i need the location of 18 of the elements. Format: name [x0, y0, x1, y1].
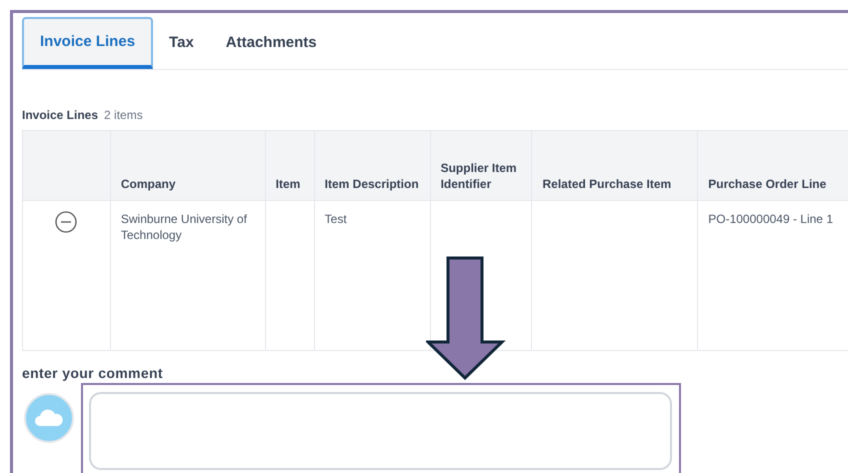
comment-field[interactable]	[89, 392, 672, 470]
table-cell: Test	[324, 212, 347, 226]
column-header: Company	[120, 177, 176, 191]
column-header: Item Description	[324, 177, 419, 191]
column-header: Purchase Order Line	[708, 177, 826, 191]
table-cell: Swinburne University of Technology	[120, 212, 247, 242]
section-title: Invoice Lines	[22, 107, 98, 124]
tab[interactable]: Tax	[153, 17, 210, 69]
remove-icon[interactable]	[55, 211, 78, 233]
column-header: Item	[276, 177, 300, 191]
item-count: 2 items	[104, 107, 143, 124]
table-cell: PO-100000049 - Line 1	[708, 212, 833, 226]
tab[interactable]: Invoice Lines	[22, 17, 154, 69]
comment-label: enter your comment	[22, 364, 164, 383]
tab[interactable]: Attachments	[210, 17, 333, 69]
column-header: Related Purchase Item	[542, 177, 672, 191]
column-header: Supplier Item Identifier	[440, 161, 517, 191]
avatar-icon	[24, 393, 74, 443]
